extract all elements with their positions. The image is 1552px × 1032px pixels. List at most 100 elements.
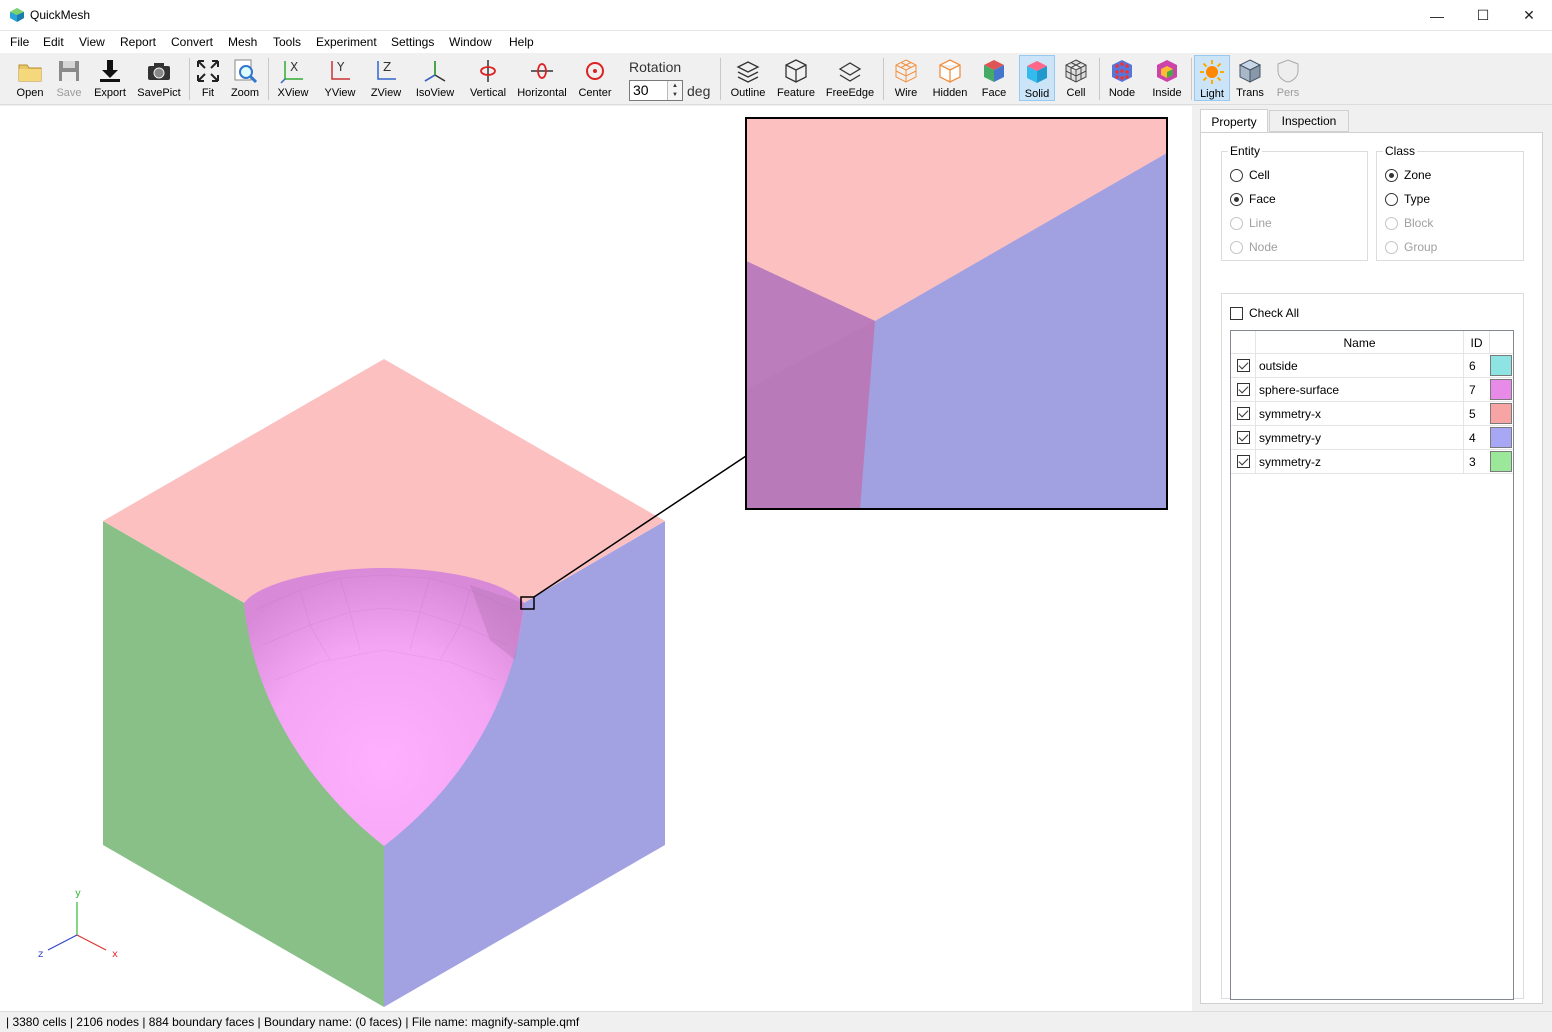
- isoview-button[interactable]: IsoView: [413, 55, 457, 101]
- axis-y-label: y: [75, 888, 81, 899]
- svg-text:Y: Y: [336, 60, 345, 74]
- menu-window[interactable]: Window: [449, 35, 492, 49]
- hidden-button[interactable]: Hidden: [929, 55, 971, 101]
- export-button[interactable]: Export: [91, 55, 129, 101]
- row-color-swatch[interactable]: [1490, 427, 1512, 448]
- column-id-header[interactable]: ID: [1463, 331, 1490, 354]
- horizontal-rotate-button[interactable]: Horizontal: [516, 55, 568, 101]
- row-id: 7: [1463, 378, 1490, 401]
- toolbar-separator: [883, 58, 884, 100]
- feature-cube-icon: [785, 59, 807, 83]
- table-row[interactable]: symmetry-y 4: [1231, 426, 1513, 450]
- mesh-view-canvas[interactable]: y x z: [0, 106, 1192, 1011]
- menu-help[interactable]: Help: [509, 35, 534, 49]
- yview-button[interactable]: Y YView: [320, 55, 360, 101]
- row-name: symmetry-z: [1255, 450, 1463, 473]
- table-row[interactable]: symmetry-x 5: [1231, 402, 1513, 426]
- face-cube-icon: [984, 60, 1004, 82]
- outline-button[interactable]: Outline: [727, 55, 769, 101]
- menu-edit[interactable]: Edit: [43, 35, 64, 49]
- table-header: Name ID: [1231, 331, 1513, 354]
- tab-inspection[interactable]: Inspection: [1269, 110, 1349, 132]
- menu-mesh[interactable]: Mesh: [228, 35, 257, 49]
- pers-button[interactable]: Pers: [1272, 55, 1304, 101]
- table-row[interactable]: symmetry-z 3: [1231, 450, 1513, 474]
- table-row[interactable]: sphere-surface 7: [1231, 378, 1513, 402]
- floppy-icon: [59, 61, 79, 81]
- wire-button[interactable]: Wire: [889, 55, 923, 101]
- menu-view[interactable]: View: [79, 35, 105, 49]
- xview-button[interactable]: X XView: [274, 55, 312, 101]
- rotation-label: Rotation: [629, 59, 682, 75]
- iso-view-icon: [424, 61, 446, 82]
- row-checkbox[interactable]: [1237, 383, 1250, 396]
- freeedge-button[interactable]: FreeEdge: [824, 55, 876, 101]
- menu-convert[interactable]: Convert: [171, 35, 213, 49]
- trans-button[interactable]: Trans: [1233, 55, 1267, 101]
- row-checkbox[interactable]: [1237, 431, 1250, 444]
- row-id: 5: [1463, 402, 1490, 425]
- row-checkbox[interactable]: [1237, 359, 1250, 372]
- light-button[interactable]: Light: [1194, 55, 1230, 101]
- feature-button[interactable]: Feature: [774, 55, 818, 101]
- check-all-checkbox[interactable]: Check All: [1230, 306, 1299, 320]
- row-name: symmetry-y: [1255, 426, 1463, 449]
- window-title: QuickMesh: [30, 8, 91, 22]
- free-edge-icon: [838, 62, 862, 82]
- app-icon: [10, 8, 24, 22]
- menu-tools[interactable]: Tools: [273, 35, 301, 49]
- zview-button[interactable]: Z ZView: [367, 55, 405, 101]
- magnify-inset[interactable]: [745, 117, 1168, 510]
- open-button[interactable]: Open: [12, 55, 48, 101]
- menu-settings[interactable]: Settings: [391, 35, 434, 49]
- row-color-swatch[interactable]: [1490, 355, 1512, 376]
- entity-face-radio[interactable]: Face: [1230, 192, 1276, 206]
- fit-button[interactable]: Fit: [194, 55, 222, 101]
- spin-up-icon[interactable]: ▲: [672, 83, 678, 89]
- 3d-viewport[interactable]: y x z: [0, 106, 1192, 1011]
- inside-button[interactable]: Inside: [1149, 55, 1185, 101]
- svg-text:X: X: [290, 60, 298, 74]
- entity-line-radio[interactable]: Line: [1230, 216, 1272, 230]
- download-icon: [100, 60, 120, 82]
- hidden-cube-icon: [939, 59, 961, 83]
- row-checkbox[interactable]: [1237, 407, 1250, 420]
- column-name-header[interactable]: Name: [1255, 331, 1463, 354]
- row-color-swatch[interactable]: [1490, 451, 1512, 472]
- center-rotate-button[interactable]: Center: [576, 55, 614, 101]
- zoom-button[interactable]: Zoom: [229, 55, 261, 101]
- maximize-button[interactable]: ☐: [1460, 0, 1506, 31]
- magnifier-icon: [234, 59, 258, 84]
- menu-experiment[interactable]: Experiment: [316, 35, 377, 49]
- table-row[interactable]: outside 6: [1231, 354, 1513, 378]
- toolbar-separator: [189, 58, 190, 100]
- class-zone-radio[interactable]: Zone: [1385, 168, 1431, 182]
- row-color-swatch[interactable]: [1490, 403, 1512, 424]
- rotation-stepper[interactable]: ▲ ▼: [667, 81, 682, 100]
- class-group-radio[interactable]: Group: [1385, 240, 1437, 254]
- vertical-rotate-button[interactable]: Vertical: [466, 55, 510, 101]
- savepict-button[interactable]: SavePict: [136, 55, 182, 101]
- row-checkbox[interactable]: [1237, 455, 1250, 468]
- z-axis-view-icon: Z: [377, 60, 396, 80]
- save-button[interactable]: Save: [52, 55, 86, 101]
- face-button[interactable]: Face: [977, 55, 1011, 101]
- checkbox-box: [1230, 306, 1243, 320]
- property-tab-body: Entity Cell Face Line Node Class Zone Ty…: [1200, 132, 1543, 1004]
- spin-down-icon[interactable]: ▼: [672, 92, 678, 98]
- menu-report[interactable]: Report: [120, 35, 156, 49]
- class-type-radio[interactable]: Type: [1385, 192, 1430, 206]
- entity-cell-radio[interactable]: Cell: [1230, 168, 1270, 182]
- solid-button[interactable]: Solid: [1019, 55, 1055, 101]
- tab-property[interactable]: Property: [1200, 109, 1268, 133]
- minimize-button[interactable]: —: [1414, 0, 1460, 31]
- menu-bar: File Edit View Report Convert Mesh Tools…: [0, 31, 1552, 53]
- menu-file[interactable]: File: [10, 35, 29, 49]
- row-color-swatch[interactable]: [1490, 379, 1512, 400]
- entity-node-radio[interactable]: Node: [1230, 240, 1278, 254]
- node-button[interactable]: Node: [1105, 55, 1139, 101]
- cell-button[interactable]: Cell: [1060, 55, 1092, 101]
- outline-icon: [736, 61, 760, 83]
- class-block-radio[interactable]: Block: [1385, 216, 1433, 230]
- close-button[interactable]: ✕: [1506, 0, 1552, 31]
